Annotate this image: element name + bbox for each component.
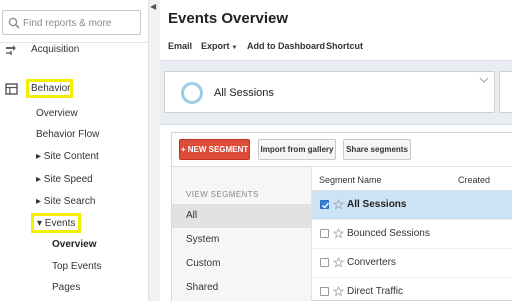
sidebar-item-behavior[interactable]: Behavior [0,79,148,97]
segment-name: Direct Traffic [347,286,403,297]
star-icon[interactable] [333,228,344,239]
view-segments-column: VIEW SEGMENTS All System Custom Shared [172,166,311,301]
table-row[interactable]: Converters [312,249,512,278]
events-highlight [31,213,81,233]
import-from-gallery-button[interactable]: Import from gallery [258,139,336,160]
segment-color-ring-icon [181,82,203,104]
export-label: Export [201,41,230,51]
chevron-down-icon[interactable] [479,76,489,84]
behavior-highlight [26,79,73,98]
segment-name: All Sessions [347,199,407,210]
sidebar-item-events-overview[interactable]: Overview [52,238,96,252]
search-box[interactable] [2,10,141,35]
email-button[interactable]: Email [168,41,192,51]
view-item-all[interactable]: All [172,204,311,228]
sidebar: Acquisition Behavior Overview Behavior F… [0,0,148,301]
segment-card-placeholder[interactable] [499,71,512,113]
add-to-dashboard-button[interactable]: Add to Dashboard [247,41,325,51]
star-icon[interactable] [333,257,344,268]
sidebar-item-behavior-flow[interactable]: Behavior Flow [36,128,99,142]
sidebar-item-top-events[interactable]: Top Events [52,260,101,274]
acquisition-icon [6,45,16,55]
sidebar-item-site-search[interactable]: ▸ Site Search [36,195,96,209]
segment-name: Converters [347,257,396,268]
checkbox[interactable] [320,258,329,267]
checkbox[interactable] [320,229,329,238]
star-icon[interactable] [333,286,344,297]
column-header-segment-name[interactable]: Segment Name [319,175,382,185]
view-item-custom[interactable]: Custom [172,252,311,276]
table-row[interactable]: Bounced Sessions [312,220,512,249]
search-icon [8,17,20,29]
shortcut-button[interactable]: Shortcut [326,41,363,51]
segment-card-label: All Sessions [214,87,274,99]
view-item-shared[interactable]: Shared [172,276,311,300]
caret-down-icon: ▼ [231,45,238,51]
checkbox[interactable] [320,287,329,296]
share-segments-button[interactable]: Share segments [343,139,411,160]
new-segment-button[interactable]: + NEW SEGMENT [179,139,250,160]
export-button[interactable]: Export ▼ [201,41,237,51]
sidebar-item-pages[interactable]: Pages [52,281,80,295]
page-title: Events Overview [168,10,289,27]
sidebar-item-acquisition[interactable]: Acquisition [0,41,148,59]
segment-bar: All Sessions [160,60,512,125]
segment-card-all-sessions[interactable]: All Sessions [164,71,495,113]
behavior-icon [5,83,18,95]
segment-picker-panel: + NEW SEGMENT Import from gallery Share … [171,132,512,301]
star-icon[interactable] [333,199,344,210]
column-header-created[interactable]: Created [458,175,490,185]
sidebar-item-site-content[interactable]: ▸ Site Content [36,150,99,164]
sidebar-item-label: Acquisition [31,44,80,55]
view-segments-header: VIEW SEGMENTS [186,190,259,199]
segment-list: Segment Name Created All Sessions Bounce… [311,166,512,301]
checkbox[interactable] [320,200,330,209]
sidebar-item-overview[interactable]: Overview [36,107,78,121]
segment-list-header: Segment Name Created [312,167,512,191]
segment-name: Bounced Sessions [347,228,430,239]
collapse-arrow-icon[interactable]: ◀ [150,2,156,11]
table-row[interactable]: All Sessions [312,191,512,220]
sidebar-item-site-speed[interactable]: ▸ Site Speed [36,173,93,187]
checkmark-icon [322,202,330,209]
search-input[interactable] [23,15,138,31]
sidebar-collapse-bar[interactable]: ◀ [148,0,160,301]
table-row[interactable]: Direct Traffic [312,278,512,301]
view-item-system[interactable]: System [172,228,311,252]
main-content: Events Overview Email Export ▼ Add to Das… [160,0,512,301]
